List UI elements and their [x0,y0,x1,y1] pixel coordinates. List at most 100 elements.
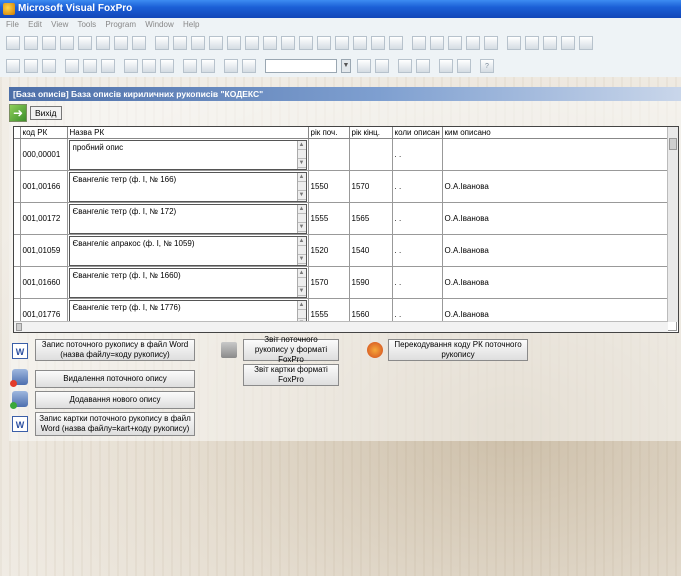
toolbar-button-31[interactable] [561,36,575,50]
memo-field[interactable]: Євангеліє тетр (ф. І, № 166) ▲ ▼ [68,171,307,201]
cell-end-year[interactable] [349,138,393,171]
exit-button[interactable]: ➜ Вихід [9,104,62,122]
autoform-icon[interactable] [439,59,453,73]
cell-code[interactable]: 001,01660 [20,266,68,299]
memo-scrollbar[interactable]: ▲▼ [296,268,306,297]
menu-help[interactable]: Help [183,20,199,29]
cell-code[interactable]: 000,00001 [20,138,68,171]
toolbar-button-23[interactable] [412,36,426,50]
cell-end-year[interactable]: 1570 [349,170,393,203]
column-header-code[interactable]: код РК [20,127,68,139]
view-window-icon[interactable] [375,59,389,73]
scroll-up-icon[interactable]: ▲ [297,269,306,278]
toolbar-button-25[interactable] [448,36,462,50]
database-select[interactable] [265,59,337,73]
toolbar-button-2[interactable] [24,36,38,50]
toolbar-button-12[interactable] [209,36,223,50]
print-icon[interactable] [65,59,79,73]
table-row[interactable]: 000,00001 пробний опис ▲ ▼ . . [14,138,677,171]
memo-field[interactable]: пробний опис ▲ ▼ [68,139,307,169]
scroll-thumb[interactable] [16,323,22,331]
command-window-icon[interactable] [357,59,371,73]
cell-described-when[interactable]: . . [392,170,443,203]
toolbar-button-14[interactable] [245,36,259,50]
scroll-up-icon[interactable]: ▲ [297,141,306,150]
memo-scrollbar[interactable]: ▲▼ [296,204,306,233]
cell-described-when[interactable]: . . [392,202,443,235]
modify-form-icon[interactable] [242,59,256,73]
toolbar-button-30[interactable] [543,36,557,50]
toolbar-button-9[interactable] [155,36,169,50]
table-row[interactable]: 001,01660 Євангеліє тетр (ф. І, № 1660) ▲… [14,266,677,299]
toolbar-button-19[interactable] [335,36,349,50]
toolbar-button-18[interactable] [317,36,331,50]
redo-icon[interactable] [201,59,215,73]
toolbar-button-28[interactable] [507,36,521,50]
cell-name[interactable]: Євангеліє тетр (ф. І, № 1660) ▲ ▼ [67,266,309,299]
memo-scrollbar[interactable]: ▲▼ [296,236,306,265]
toolbar-button-13[interactable] [227,36,241,50]
help-icon[interactable]: ? [480,59,494,73]
cell-end-year[interactable]: 1565 [349,202,393,235]
undo-icon[interactable] [183,59,197,73]
memo-field[interactable]: Євангеліє тетр (ф. І, № 172) ▲ ▼ [68,203,307,233]
exit-label[interactable]: Вихід [30,106,62,120]
cell-described-by[interactable]: О.А.Іванова [442,234,677,267]
paste-icon[interactable] [160,59,174,73]
cell-start-year[interactable]: 1555 [308,202,350,235]
cell-described-by[interactable]: О.А.Іванова [442,202,677,235]
scroll-up-icon[interactable]: ▲ [297,205,306,214]
cell-name[interactable]: пробний опис ▲ ▼ [67,138,309,171]
report-current-button[interactable]: Звіт поточного рукопису у форматі FoxPro [243,335,339,364]
print-preview-icon[interactable] [83,59,97,73]
table-row[interactable]: 001,00172 Євангеліє тетр (ф. І, № 172) ▲ ▼… [14,202,677,235]
scroll-down-icon[interactable]: ▼ [297,255,306,264]
toolbar-button-24[interactable] [430,36,444,50]
new-file-icon[interactable] [6,59,20,73]
toolbar-button-22[interactable] [389,36,403,50]
toolbar-button-8[interactable] [132,36,146,50]
cell-name[interactable]: Євангеліє тетр (ф. І, № 166) ▲ ▼ [67,170,309,203]
column-header-name[interactable]: Назва РК [67,127,309,139]
toolbar-button-32[interactable] [579,36,593,50]
exit-door-icon[interactable]: ➜ [9,104,27,122]
scroll-up-icon[interactable]: ▲ [297,237,306,246]
spell-check-icon[interactable] [101,59,115,73]
export-card-to-word-button[interactable]: Запис картки поточного рукопису в файл W… [35,412,195,436]
scroll-down-icon[interactable]: ▼ [297,159,306,168]
menu-tools[interactable]: Tools [77,20,96,29]
column-header-described-when[interactable]: коли описан [392,127,443,139]
cell-start-year[interactable] [308,138,350,171]
cell-name[interactable]: Євангеліє апракос (ф. І, № 1059) ▲ ▼ [67,234,309,267]
cell-described-when[interactable]: . . [392,234,443,267]
copy-icon[interactable] [142,59,156,73]
cell-code[interactable]: 001,00172 [20,202,68,235]
toolbar-button-5[interactable] [78,36,92,50]
toolbar-button-17[interactable] [299,36,313,50]
scroll-down-icon[interactable]: ▼ [297,223,306,232]
toolbar-button-27[interactable] [484,36,498,50]
column-header-described-by[interactable]: ким описано [442,127,677,139]
toolbar-button-4[interactable] [60,36,74,50]
cell-described-when[interactable]: . . [392,266,443,299]
toolbar-button-20[interactable] [353,36,367,50]
records-grid[interactable]: код РК Назва РК рік поч. рік кінц. коли … [13,126,679,333]
toolbar-button-6[interactable] [96,36,110,50]
run-icon[interactable] [224,59,238,73]
table-row[interactable]: 001,00166 Євангеліє тетр (ф. І, № 166) ▲ ▼… [14,170,677,203]
cell-end-year[interactable]: 1590 [349,266,393,299]
recode-button[interactable]: Перекодування коду РК поточного рукопису [388,339,528,361]
add-record-button[interactable]: Додавання нового опису [35,391,195,409]
memo-field[interactable]: Євангеліє апракос (ф. І, № 1059) ▲ ▼ [68,235,307,265]
table-row[interactable]: 001,01059 Євангеліє апракос (ф. І, № 105… [14,234,677,267]
toolbar-button-16[interactable] [281,36,295,50]
column-header-start-year[interactable]: рік поч. [308,127,350,139]
open-file-icon[interactable] [24,59,38,73]
menu-file[interactable]: File [6,20,19,29]
toolbar-button-29[interactable] [525,36,539,50]
cell-described-by[interactable]: О.А.Іванова [442,266,677,299]
scroll-thumb[interactable] [669,138,677,150]
save-icon[interactable] [42,59,56,73]
cell-end-year[interactable]: 1540 [349,234,393,267]
menu-view[interactable]: View [51,20,68,29]
